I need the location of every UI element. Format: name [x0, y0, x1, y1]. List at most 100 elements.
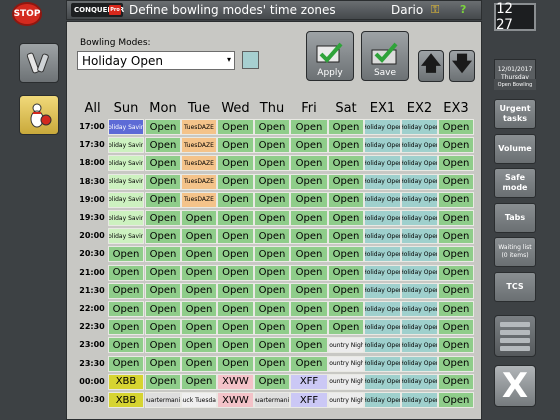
time-zone-cell[interactable]: XBB	[108, 373, 144, 390]
row-time-label[interactable]: 20:30	[78, 249, 106, 258]
time-zone-cell[interactable]: Open	[254, 282, 290, 299]
time-zone-cell[interactable]: Open	[290, 119, 328, 135]
time-zone-cell[interactable]: Open	[108, 319, 144, 336]
time-zone-cell[interactable]: Open	[254, 264, 290, 281]
time-zone-cell[interactable]: Holiday Open	[401, 228, 438, 245]
time-zone-cell[interactable]: Open	[145, 319, 181, 336]
row-time-label[interactable]: 22:30	[78, 322, 106, 331]
time-zone-cell[interactable]: Open	[328, 264, 364, 281]
time-zone-cell[interactable]: Open	[217, 191, 254, 208]
time-zone-cell[interactable]: Open	[181, 282, 217, 299]
time-zone-cell[interactable]: XBB	[108, 392, 144, 408]
row-time-label[interactable]: 00:00	[78, 377, 106, 386]
time-zone-cell[interactable]: Open	[145, 264, 181, 281]
time-zone-cell[interactable]: Open	[290, 155, 328, 172]
time-zone-cell[interactable]: Open	[145, 119, 181, 135]
time-zone-cell[interactable]: Country Night	[328, 355, 364, 372]
apply-button[interactable]: Apply	[306, 31, 354, 81]
bowling-modes-button[interactable]	[19, 95, 59, 135]
time-zone-cell[interactable]: Open	[438, 337, 474, 354]
time-zone-cell[interactable]: Holiday Open	[401, 319, 438, 336]
time-zone-cell[interactable]: Open	[181, 355, 217, 372]
time-zone-cell[interactable]: Open	[254, 319, 290, 336]
time-zone-cell[interactable]: Holiday Open	[364, 264, 401, 281]
column-header-fri[interactable]: Fri	[290, 101, 328, 116]
row-time-label[interactable]: 21:00	[78, 268, 106, 277]
time-zone-cell[interactable]: Open	[438, 373, 474, 390]
time-zone-cell[interactable]: Holiday Saving	[108, 119, 144, 135]
save-button[interactable]: Save	[361, 31, 409, 81]
column-header-sat[interactable]: Sat	[328, 101, 364, 116]
time-zone-cell[interactable]: Open	[181, 210, 217, 226]
time-zone-cell[interactable]: Open	[254, 210, 290, 226]
time-zone-cell[interactable]: Holiday Saving	[108, 173, 144, 190]
time-zone-cell[interactable]: Open	[254, 246, 290, 263]
time-zone-cell[interactable]: Open	[328, 228, 364, 245]
time-zone-cell[interactable]: Open	[290, 191, 328, 208]
row-time-label[interactable]: 23:30	[78, 359, 106, 368]
time-zone-cell[interactable]: Open	[328, 246, 364, 263]
time-zone-cell[interactable]: Open	[254, 173, 290, 190]
bowling-mode-select[interactable]: Holiday Open ▾	[77, 51, 235, 70]
time-zone-cell[interactable]: Open	[217, 337, 254, 354]
time-zone-cell[interactable]: Holiday Open	[401, 355, 438, 372]
time-zone-cell[interactable]: Open	[145, 173, 181, 190]
list-view-button[interactable]	[494, 315, 536, 357]
time-zone-cell[interactable]: Holiday Open	[364, 337, 401, 354]
time-zone-cell[interactable]: Open	[181, 264, 217, 281]
time-zone-cell[interactable]: Open	[328, 282, 364, 299]
header-all[interactable]: All	[78, 101, 107, 116]
time-zone-cell[interactable]: Holiday Saving	[108, 210, 144, 226]
time-zone-cell[interactable]: Open	[290, 282, 328, 299]
time-zone-cell[interactable]: Open	[290, 319, 328, 336]
time-zone-cell[interactable]: Holiday Open	[401, 264, 438, 281]
time-zone-cell[interactable]: Open	[328, 319, 364, 336]
time-zone-cell[interactable]: Open	[328, 155, 364, 172]
time-zone-cell[interactable]: Open	[438, 319, 474, 336]
time-zone-cell[interactable]: Holiday Open	[364, 392, 401, 408]
time-zone-cell[interactable]: Holiday Saving	[108, 137, 144, 154]
row-time-label[interactable]: 19:00	[78, 195, 106, 204]
time-zone-cell[interactable]: Open	[438, 301, 474, 317]
time-zone-cell[interactable]: Holiday Open	[364, 173, 401, 190]
time-zone-cell[interactable]: Open	[145, 210, 181, 226]
time-zone-cell[interactable]: XFF	[290, 392, 328, 408]
time-zone-cell[interactable]: Open	[254, 228, 290, 245]
time-zone-cell[interactable]: Holiday Open	[401, 373, 438, 390]
time-zone-cell[interactable]: Open	[328, 191, 364, 208]
time-zone-cell[interactable]: TuesDAZE	[181, 173, 217, 190]
time-zone-cell[interactable]: Holiday Open	[364, 355, 401, 372]
time-zone-cell[interactable]: Open	[108, 246, 144, 263]
row-time-label[interactable]: 17:30	[78, 140, 106, 149]
time-zone-cell[interactable]: Holiday Open	[401, 337, 438, 354]
column-header-ex3[interactable]: EX3	[438, 101, 474, 116]
tcs-button[interactable]: TCS	[494, 272, 536, 302]
time-zone-cell[interactable]: Open	[438, 155, 474, 172]
time-zone-cell[interactable]: Open	[217, 137, 254, 154]
waiting-list-button[interactable]: Waiting list (0 items)	[494, 237, 536, 267]
time-zone-cell[interactable]: Open	[254, 337, 290, 354]
time-zone-cell[interactable]: Open	[438, 191, 474, 208]
close-button[interactable]: X	[494, 365, 536, 407]
time-zone-cell[interactable]: Open	[108, 355, 144, 372]
time-zone-cell[interactable]: Open	[290, 301, 328, 317]
move-up-button[interactable]: 🡅	[418, 50, 444, 82]
time-zone-cell[interactable]: Holiday Saving	[108, 155, 144, 172]
time-zone-cell[interactable]: Open	[254, 119, 290, 135]
row-time-label[interactable]: 22:00	[78, 304, 106, 313]
time-zone-cell[interactable]: Open	[145, 373, 181, 390]
time-zone-cell[interactable]: Holiday Saving	[108, 228, 144, 245]
time-zone-cell[interactable]: Open	[438, 246, 474, 263]
time-zone-cell[interactable]: Open	[145, 282, 181, 299]
time-zone-cell[interactable]: Quartermania	[254, 392, 290, 408]
time-zone-cell[interactable]: Holiday Open	[401, 119, 438, 135]
mode-color-swatch[interactable]	[242, 51, 259, 69]
time-zone-cell[interactable]: Open	[145, 337, 181, 354]
time-zone-cell[interactable]: Open	[145, 191, 181, 208]
row-time-label[interactable]: 20:00	[78, 231, 106, 240]
time-zone-cell[interactable]: Open	[145, 246, 181, 263]
time-zone-cell[interactable]: Holiday Open	[401, 392, 438, 408]
time-zone-cell[interactable]: Open	[290, 246, 328, 263]
time-zone-cell[interactable]: Open	[328, 210, 364, 226]
time-zone-cell[interactable]: Open	[438, 173, 474, 190]
